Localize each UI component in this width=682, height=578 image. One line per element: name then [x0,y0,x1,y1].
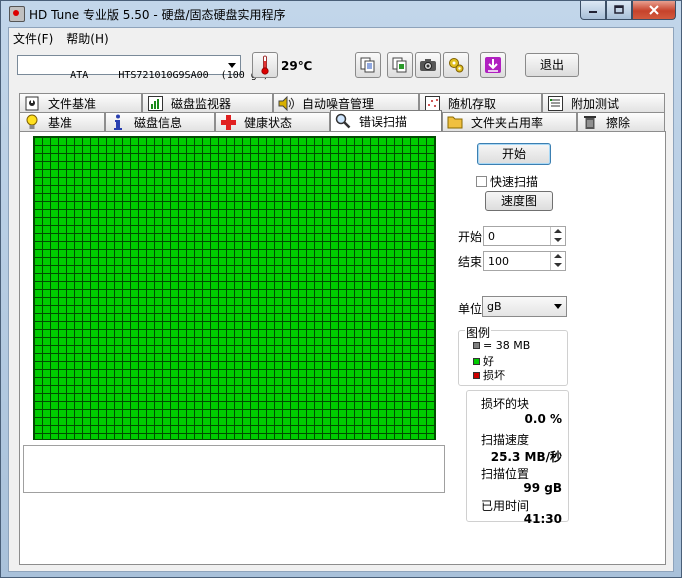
scan-speed-value: 25.3 MB/秒 [490,450,562,464]
quick-scan-checkbox[interactable]: 快速扫描 [476,173,538,190]
legend-bad: 损坏 [473,367,505,383]
elapsed-time-value: 41:30 [523,512,562,526]
tab-benchmark[interactable]: 基准 [19,112,105,131]
end-field-label: 结束 [458,255,483,269]
gears-icon [449,58,464,73]
options-button[interactable] [443,52,469,78]
menu-bar: 文件(F) 帮助(H) [9,28,118,48]
scan-log-box [23,445,445,493]
start-scan-button[interactable]: 开始 [477,143,551,165]
damaged-blocks-value: 0.0 % [524,412,562,426]
tab-file-benchmark[interactable]: 文件基准 [19,93,142,112]
tab-disk-info[interactable]: 磁盘信息 [105,112,215,131]
thermometer-icon [261,55,269,75]
speed-map-button[interactable]: 速度图 [485,191,553,211]
start-spinbox[interactable]: 0 [483,226,566,246]
legend-block-size: = 38 MB [473,339,530,352]
camera-icon [420,59,436,71]
block-map-grid [33,136,436,440]
tab-folder-usage[interactable]: 文件夹占用率 [442,112,577,131]
drive-select[interactable]: ATA HTS721010G9SA00 (100 gB) [17,55,269,81]
copy-image-button[interactable] [387,52,413,78]
tab-row-front: 基准 磁盘信息 健康状态 错误扫描 文件夹占用率 擦除 [19,110,665,131]
window-title: HD Tune 专业版 5.50 - 硬盘/固态硬盘实用程序 [29,8,286,22]
speaker-icon [278,95,294,111]
download-arrow-icon [485,57,501,73]
tab-erase[interactable]: 擦除 [577,112,665,131]
scan-position-value: 99 gB [523,481,562,495]
random-access-icon [424,95,440,111]
info-icon [110,114,126,130]
temperature-readout: 29℃ [281,59,313,73]
end-spinbox[interactable]: 100 [483,251,566,271]
tab-health[interactable]: 健康状态 [215,112,330,131]
copy-text-button[interactable] [355,52,381,78]
spin-arrows-icon[interactable] [550,252,565,270]
title-bar[interactable]: HD Tune 专业版 5.50 - 硬盘/固态硬盘实用程序 [1,1,681,27]
damaged-blocks-label: 损坏的块 [481,397,530,411]
client-area: 文件(F) 帮助(H) ATA HTS721010G9SA00 (100 gB)… [8,27,674,572]
close-button[interactable] [632,1,676,20]
trash-icon [582,115,598,130]
elapsed-time-label: 已用时间 [481,499,530,513]
start-spinbox-value: 0 [488,230,495,243]
block-swatch-icon [473,342,480,349]
tab-disk-monitor[interactable]: 磁盘监视器 [142,93,273,112]
good-swatch-icon [473,357,480,365]
extra-tests-icon [547,95,563,111]
exit-button[interactable]: 退出 [525,53,579,77]
spin-arrows-icon[interactable] [550,227,565,245]
tab-error-scan[interactable]: 错误扫描 [330,110,442,131]
quick-scan-label: 快速扫描 [490,175,539,189]
maximize-icon [614,5,624,14]
toolbar: ATA HTS721010G9SA00 (100 gB) 29℃ 退出 [9,50,673,84]
lightbulb-icon [24,114,40,130]
hdtune-app-icon [9,6,25,22]
unit-select-value: gB [487,300,502,313]
magnifier-icon [335,113,351,129]
screenshot-button[interactable] [415,52,441,78]
start-field-label: 开始 [458,230,483,244]
scan-speed-label: 扫描速度 [481,433,530,447]
chevron-down-icon [554,304,562,309]
folder-icon [447,115,463,130]
tab-extra-tests[interactable]: 附加测试 [542,93,665,112]
checkbox-box[interactable] [476,176,487,187]
unit-field-label: 单位 [458,302,483,316]
health-cross-icon [220,114,236,130]
chevron-down-icon [228,63,236,68]
unit-select[interactable]: gB [482,296,567,317]
minimize-button[interactable] [580,1,606,20]
end-spinbox-value: 100 [488,255,509,268]
maximize-button[interactable] [606,1,632,20]
copy-text-icon [360,57,375,73]
save-button[interactable] [480,52,506,78]
scan-position-label: 扫描位置 [481,467,530,481]
file-benchmark-icon [24,96,40,111]
scan-stats-group: 损坏的块 0.0 % 扫描速度 25.3 MB/秒 扫描位置 99 gB 已用时… [466,390,569,526]
drive-select-value: ATA HTS721010G9SA00 (100 gB) [70,70,269,81]
error-scan-panel: 开始 快速扫描 速度图 开始 0 结束 100 单位 gB 图例 = 38 MB… [19,131,666,565]
minimize-icon [589,11,597,13]
bad-swatch-icon [473,371,480,379]
menu-file[interactable]: 文件(F) [9,28,62,48]
legend-group: 图例 = 38 MB 好 损坏 [458,324,568,386]
menu-help[interactable]: 帮助(H) [62,28,117,48]
close-icon [649,5,659,15]
disk-monitor-icon [147,95,163,111]
app-window: HD Tune 专业版 5.50 - 硬盘/固态硬盘实用程序 文件(F) 帮助(… [0,0,682,578]
copy-image-icon [392,57,407,73]
temperature-button[interactable] [252,52,278,78]
